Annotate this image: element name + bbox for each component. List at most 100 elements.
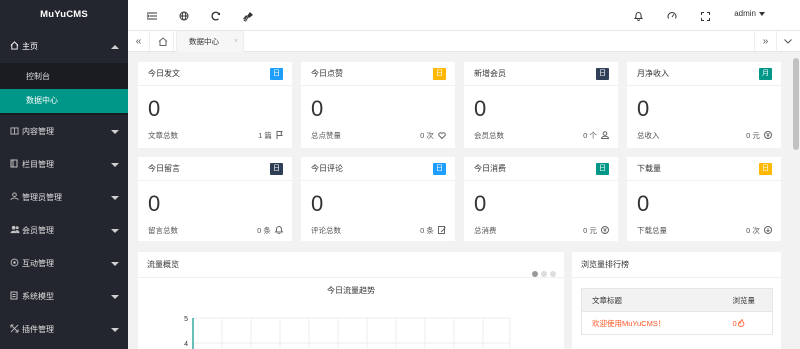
content-icon	[10, 126, 22, 137]
sidebar-item-label: 系统模型	[22, 292, 54, 301]
sidebar-item-label: 会员管理	[22, 226, 54, 235]
bell-icon[interactable]	[631, 9, 645, 23]
y-tick-label: 5	[184, 316, 188, 323]
interact-icon	[10, 258, 22, 269]
table-header-row: 文章标题 浏览量	[581, 288, 773, 312]
clear-cache-icon[interactable]	[241, 9, 255, 23]
sidebar-submenu: 控制台 数据中心	[0, 63, 128, 115]
menu-collapse-icon[interactable]	[145, 9, 159, 23]
views-cell: 0	[722, 311, 773, 335]
close-tab-icon[interactable]: ×	[234, 31, 238, 52]
carousel-dot[interactable]	[532, 271, 538, 277]
page-scrollbar[interactable]	[792, 52, 800, 349]
card-value: 0	[474, 96, 487, 121]
card-total: 0 次	[420, 131, 434, 140]
period-badge: 日	[270, 68, 283, 80]
sidebar-item-content[interactable]: 内容管理	[0, 115, 128, 148]
chart-title: 今日流量趋势	[327, 286, 375, 295]
card-title: 月净收入	[637, 69, 669, 78]
chevron-down-icon	[111, 261, 119, 266]
article-title-link[interactable]: 欢迎使用MuYuCMS！	[581, 311, 723, 335]
stat-card: 今日留言 日 0 留言总数 0 条	[138, 157, 292, 241]
card-label: 总点赞量	[311, 131, 341, 140]
model-icon	[10, 291, 22, 302]
card-label: 会员总数	[474, 131, 504, 140]
ranking-table: 文章标题 浏览量 欢迎使用MuYuCMS！ 0	[581, 288, 773, 335]
sidebar-item-label: 内容管理	[22, 127, 54, 136]
period-badge: 日	[596, 163, 609, 175]
sidebar-item-models[interactable]: 系统模型	[0, 280, 128, 313]
sidebar-subitem-datacenter[interactable]: 数据中心	[0, 89, 128, 113]
sidebar-item-plugins[interactable]: 插件管理	[0, 313, 128, 346]
sidebar-item-label: 栏目管理	[22, 160, 54, 169]
chart-gridlines	[193, 317, 511, 349]
bell-icon	[274, 226, 284, 235]
column-header: 浏览量	[722, 288, 773, 312]
chevron-down-icon	[111, 228, 119, 233]
card-total: 0 条	[420, 226, 434, 235]
sidebar-item-members[interactable]: 会员管理	[0, 214, 128, 247]
ranking-panel: 浏览量排行榜 文章标题 浏览量 欢迎使用MuYuCMS！ 0	[572, 252, 781, 349]
tabs-menu-icon[interactable]	[776, 31, 798, 52]
home-tab-icon[interactable]	[152, 31, 174, 52]
stat-card: 下载量 日 0 下载总量 0 次	[627, 157, 781, 241]
username: admin	[734, 9, 756, 18]
column-header: 文章标题	[581, 288, 723, 312]
card-total: 0 元	[746, 131, 760, 140]
card-value: 0	[148, 191, 161, 216]
sidebar: MuYuCMS 主页 控制台 数据中心 内容管理 栏目管理 管理员管理 会员管理…	[0, 0, 128, 349]
home-icon	[10, 41, 22, 52]
tab-datacenter[interactable]: 数据中心 ×	[176, 31, 244, 52]
panel-title: 流量概览	[147, 260, 179, 269]
tab-bar: « 数据中心 × »	[128, 31, 800, 52]
edit-icon	[438, 226, 446, 234]
fire-icon	[737, 318, 745, 327]
sidebar-item-columns[interactable]: 栏目管理	[0, 148, 128, 181]
stat-card: 今日评论 日 0 评论总数 0 条	[301, 157, 455, 241]
sidebar-item-home[interactable]: 主页	[0, 30, 128, 63]
yen-icon	[601, 226, 609, 234]
card-label: 留言总数	[148, 226, 178, 235]
card-title: 新增会员	[474, 69, 506, 78]
sidebar-item-label: 互动管理	[22, 259, 54, 268]
refresh-icon[interactable]	[209, 9, 223, 23]
carousel-dot[interactable]	[541, 271, 547, 277]
card-title: 今日发文	[148, 69, 180, 78]
tab-label: 数据中心	[189, 37, 219, 46]
carousel-dot[interactable]	[550, 271, 556, 277]
traffic-chart: 5 4	[184, 316, 511, 349]
website-icon[interactable]	[177, 9, 191, 23]
card-label: 总收入	[637, 131, 660, 140]
chevron-down-icon	[111, 129, 119, 134]
sidebar-subitem-console[interactable]: 控制台	[0, 65, 128, 89]
stat-card: 月净收入 月 0 总收入 0 元	[627, 62, 781, 148]
card-value: 0	[474, 191, 487, 216]
card-value: 0	[637, 191, 650, 216]
chevron-down-icon	[111, 195, 119, 200]
user-menu[interactable]: admin	[734, 9, 765, 18]
sidebar-item-interaction[interactable]: 互动管理	[0, 247, 128, 280]
card-total: 0 元	[583, 226, 597, 235]
period-badge: 日	[270, 163, 283, 175]
y-tick-label: 4	[184, 341, 188, 348]
caret-down-icon	[759, 11, 765, 16]
card-title: 今日评论	[311, 164, 343, 173]
card-value: 0	[311, 191, 324, 216]
sidebar-item-admins[interactable]: 管理员管理	[0, 181, 128, 214]
panel-title: 浏览量排行榜	[581, 260, 629, 269]
card-title: 今日点赞	[311, 69, 343, 78]
users-icon	[10, 225, 22, 236]
app-logo[interactable]: MuYuCMS	[0, 0, 128, 30]
theme-icon[interactable]	[665, 9, 679, 23]
card-label: 总消费	[474, 226, 497, 235]
flag-icon	[276, 131, 283, 139]
card-value: 0	[148, 96, 161, 121]
card-value: 0	[311, 96, 324, 121]
scrollbar-thumb[interactable]	[793, 58, 799, 150]
chevron-down-icon	[111, 162, 119, 167]
period-badge: 日	[433, 68, 446, 80]
tabs-scroll-left-icon[interactable]: «	[128, 31, 150, 52]
column-icon	[10, 159, 22, 170]
fullscreen-icon[interactable]	[698, 9, 712, 23]
tabs-scroll-right-icon[interactable]: »	[754, 31, 776, 52]
